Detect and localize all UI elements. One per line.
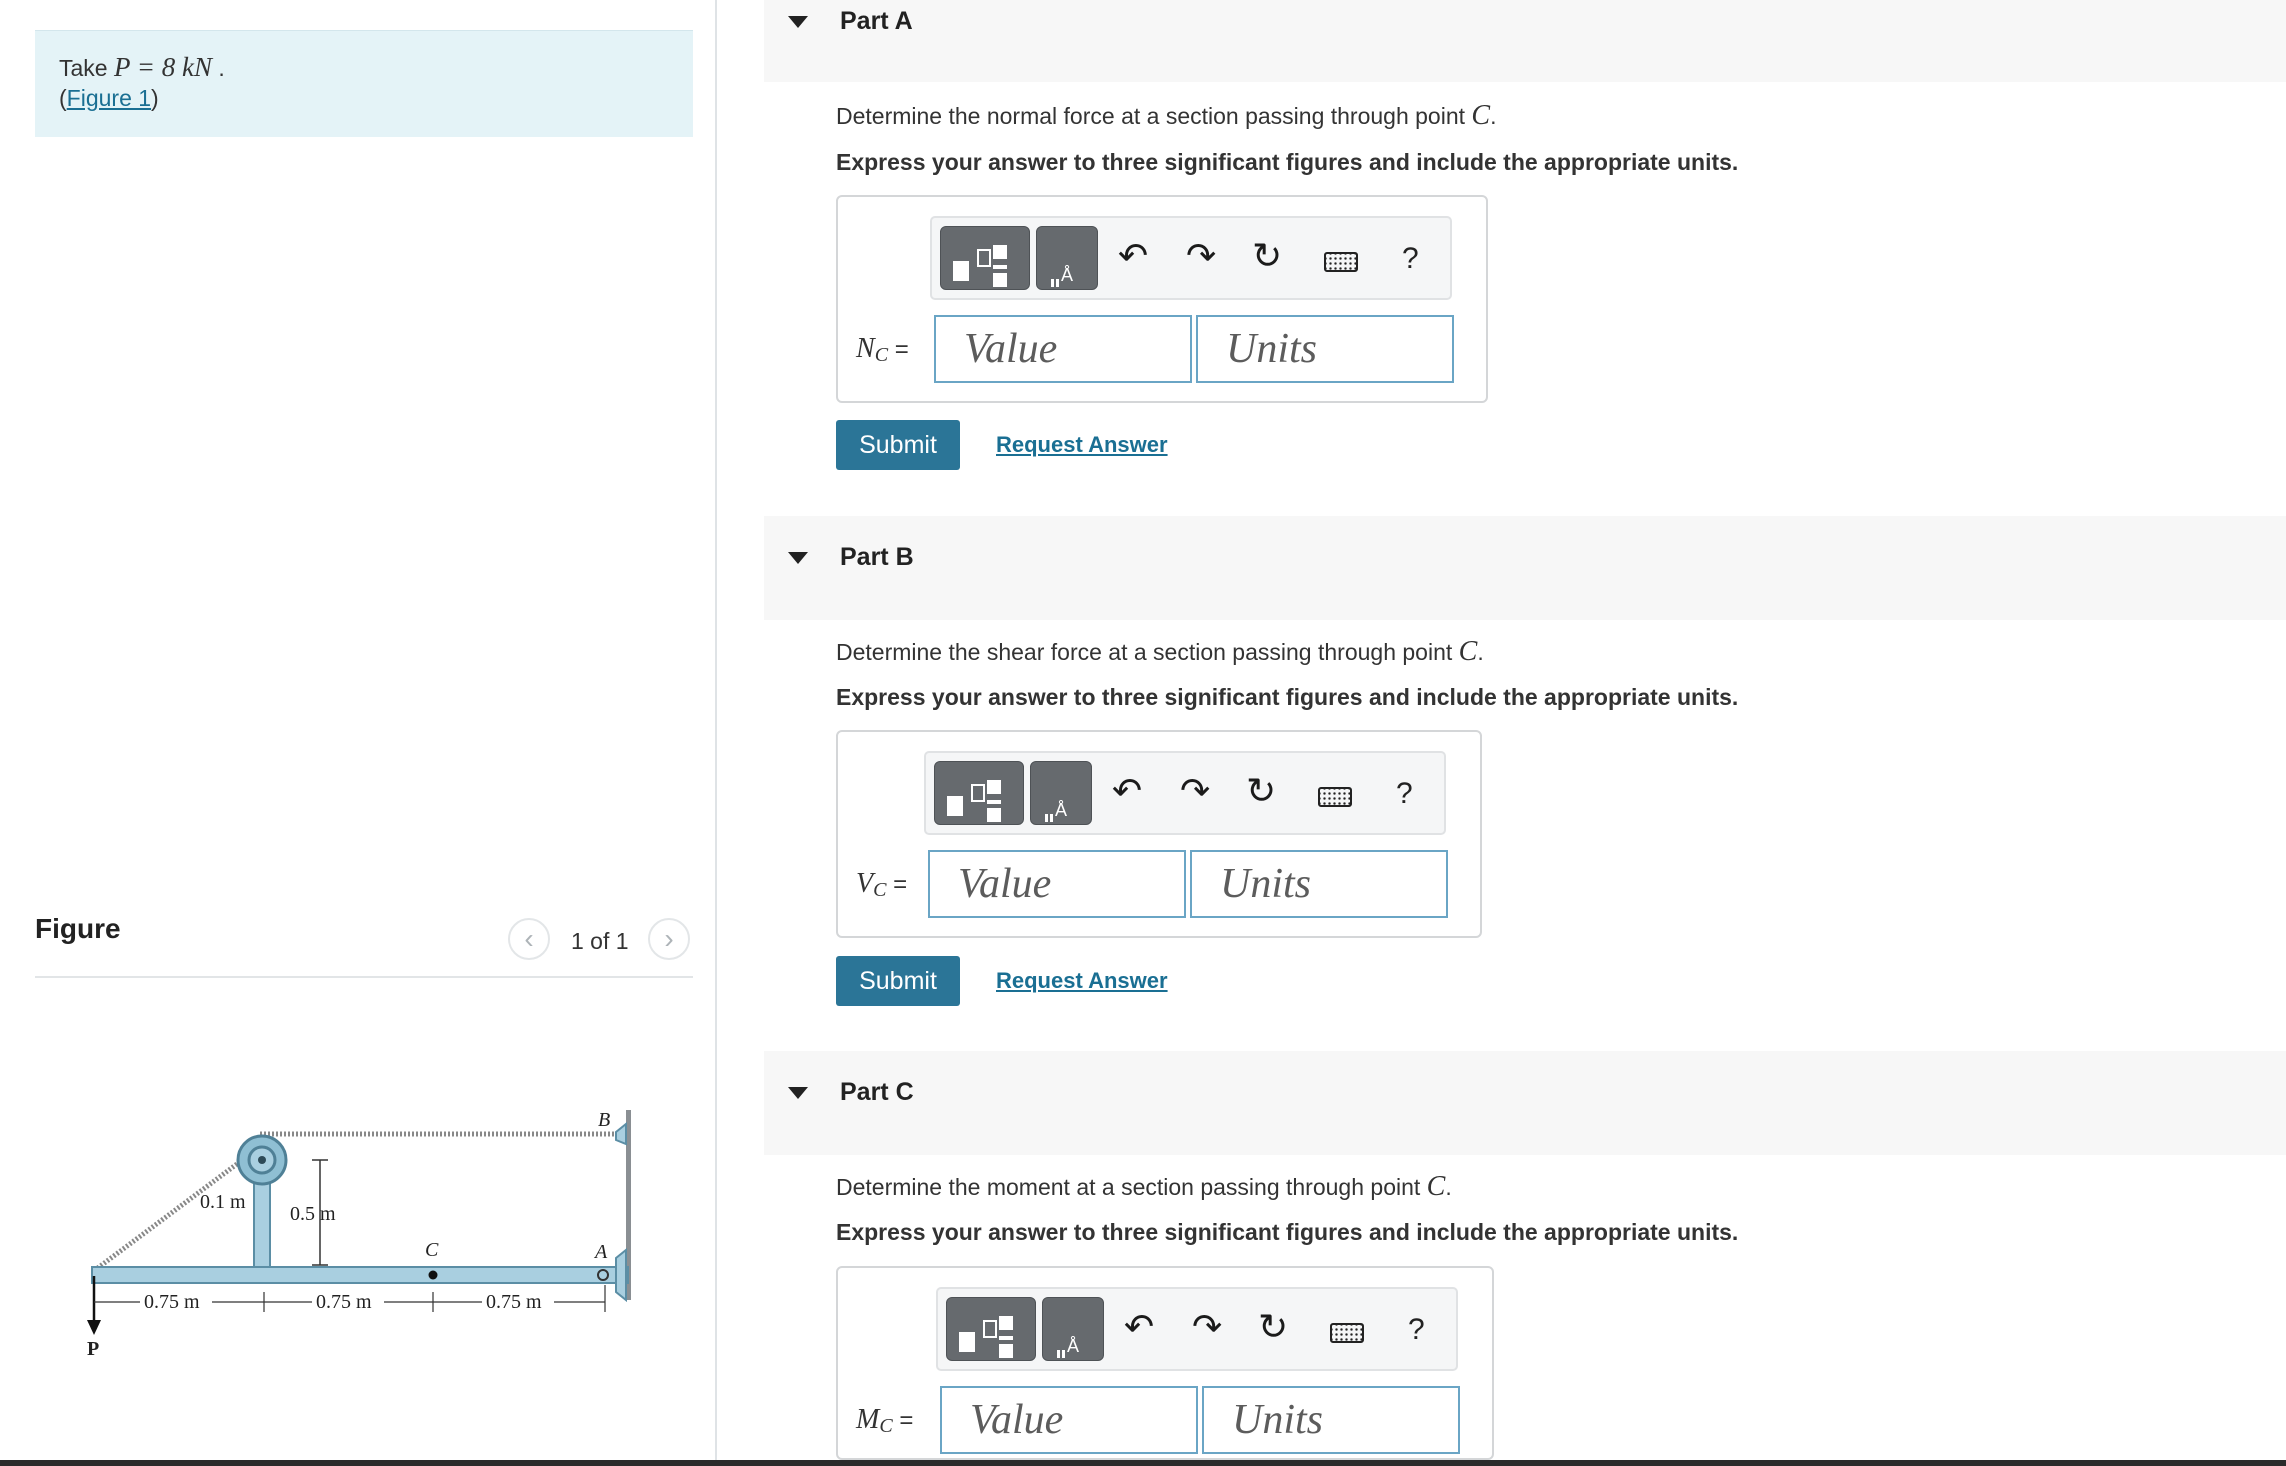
part-b-answer-box: Å ↶ ↷ ↻ ? VC = <box>836 730 1482 938</box>
reset-icon[interactable]: ↻ <box>1258 1307 1288 1347</box>
reset-icon[interactable]: ↻ <box>1252 236 1282 276</box>
part-c-title: Part C <box>840 1078 914 1106</box>
beam <box>91 1266 629 1284</box>
question-text: Determine the normal force at a section … <box>836 103 1472 129</box>
undo-icon[interactable]: ↶ <box>1112 771 1142 811</box>
part-a-header[interactable]: Part A <box>764 0 2286 82</box>
dimension-label: 0.75 m <box>144 1291 200 1313</box>
height-label: 0.5 m <box>290 1203 336 1225</box>
math-toolbar: Å ↶ ↷ ↻ ? <box>930 216 1452 300</box>
units-input[interactable] <box>1190 850 1448 918</box>
given-suffix: . <box>211 55 225 81</box>
help-icon[interactable]: ? <box>1408 1313 1425 1347</box>
part-b-question: Determine the shear force at a section p… <box>836 636 1484 668</box>
panel-divider <box>715 0 717 1466</box>
help-icon[interactable]: ? <box>1396 777 1413 811</box>
figure-pager-text: 1 of 1 <box>571 928 629 954</box>
dimension-label: 0.75 m <box>486 1291 542 1313</box>
keyboard-icon[interactable] <box>1318 787 1352 807</box>
undo-icon[interactable]: ↶ <box>1118 236 1148 276</box>
submit-button[interactable]: Submit <box>836 420 960 470</box>
part-b-header[interactable]: Part B <box>764 516 2286 620</box>
redo-icon[interactable]: ↷ <box>1186 236 1216 276</box>
units-input[interactable] <box>1196 315 1454 383</box>
value-input[interactable] <box>934 315 1192 383</box>
answer-label: NC = <box>856 333 909 366</box>
radius-label: 0.1 m <box>200 1191 246 1213</box>
problem-statement: Take P = 8 kN . (Figure 1) <box>35 30 693 137</box>
templates-icon[interactable] <box>940 226 1030 290</box>
window-bottom-edge <box>0 1460 2286 1466</box>
help-icon[interactable]: ? <box>1402 242 1419 276</box>
question-end: . <box>1445 1174 1452 1200</box>
dimension-label: 0.75 m <box>316 1291 372 1313</box>
next-figure-button[interactable]: › <box>648 918 690 960</box>
symbols-icon[interactable]: Å <box>1042 1297 1104 1361</box>
part-a-answer-box: Å ↶ ↷ ↻ ? NC = <box>836 195 1488 403</box>
label-c: C <box>425 1239 439 1261</box>
part-a-question: Determine the normal force at a section … <box>836 100 1497 132</box>
value-input[interactable] <box>940 1386 1198 1454</box>
given-prefix: Take <box>59 55 114 81</box>
math-toolbar: Å ↶ ↷ ↻ ? <box>924 751 1446 835</box>
value-input[interactable] <box>928 850 1186 918</box>
paren-close: ) <box>151 85 159 111</box>
redo-icon[interactable]: ↷ <box>1180 771 1210 811</box>
previous-figure-button[interactable]: ‹ <box>508 918 550 960</box>
question-point: C <box>1426 1171 1446 1202</box>
label-b: B <box>598 1109 610 1131</box>
figure-link[interactable]: Figure 1 <box>67 85 151 111</box>
part-a-instruction: Express your answer to three significant… <box>836 149 1739 175</box>
symbols-icon[interactable]: Å <box>1030 761 1092 825</box>
paren-open: ( <box>59 85 67 111</box>
part-c-question: Determine the moment at a section passin… <box>836 1171 1452 1203</box>
templates-icon[interactable] <box>946 1297 1036 1361</box>
request-answer-link[interactable]: Request Answer <box>996 432 1168 458</box>
reset-icon[interactable]: ↻ <box>1246 771 1276 811</box>
figure-reference: (Figure 1) <box>59 85 159 112</box>
figure-heading: Figure <box>35 913 121 944</box>
chevron-right-icon: › <box>664 923 674 954</box>
figure-divider <box>35 976 693 978</box>
given-load: P = 8 kN <box>113 52 212 82</box>
keyboard-icon[interactable] <box>1324 252 1358 272</box>
label-a: A <box>593 1241 608 1263</box>
part-c-instruction: Express your answer to three significant… <box>836 1219 1739 1245</box>
part-b-instruction: Express your answer to three significant… <box>836 684 1739 710</box>
question-text: Determine the moment at a section passin… <box>836 1174 1427 1200</box>
answer-label: MC = <box>856 1404 914 1437</box>
label-p: P <box>87 1338 99 1360</box>
question-end: . <box>1477 639 1484 665</box>
math-toolbar: Å ↶ ↷ ↻ ? <box>936 1287 1458 1371</box>
answer-label: VC = <box>856 868 908 901</box>
symbols-icon[interactable]: Å <box>1036 226 1098 290</box>
caret-down-icon[interactable] <box>788 16 808 28</box>
part-a-title: Part A <box>840 7 913 35</box>
bracket-b <box>615 1121 627 1146</box>
question-point: C <box>1471 100 1491 131</box>
question-text: Determine the shear force at a section p… <box>836 639 1459 665</box>
part-b-title: Part B <box>840 543 914 571</box>
question-point: C <box>1458 636 1478 667</box>
templates-icon[interactable] <box>934 761 1024 825</box>
redo-icon[interactable]: ↷ <box>1192 1307 1222 1347</box>
request-answer-link[interactable]: Request Answer <box>996 968 1168 994</box>
keyboard-icon[interactable] <box>1330 1323 1364 1343</box>
caret-down-icon[interactable] <box>788 552 808 564</box>
question-end: . <box>1490 103 1497 129</box>
units-input[interactable] <box>1202 1386 1460 1454</box>
part-c-answer-box: Å ↶ ↷ ↻ ? MC = <box>836 1266 1494 1460</box>
problem-panel: Take P = 8 kN . (Figure 1) Figure ‹ 1 of… <box>0 0 715 1466</box>
beam-figure: 0.75 m 0.75 m 0.75 m 0.5 m 0.1 m C A B P <box>87 1109 631 1360</box>
submit-button[interactable]: Submit <box>836 956 960 1006</box>
undo-icon[interactable]: ↶ <box>1124 1307 1154 1347</box>
caret-down-icon[interactable] <box>788 1087 808 1099</box>
chevron-left-icon: ‹ <box>524 923 534 954</box>
point-c <box>428 1270 438 1280</box>
given-text: Take P = 8 kN . <box>59 52 225 83</box>
part-c-header[interactable]: Part C <box>764 1051 2286 1155</box>
